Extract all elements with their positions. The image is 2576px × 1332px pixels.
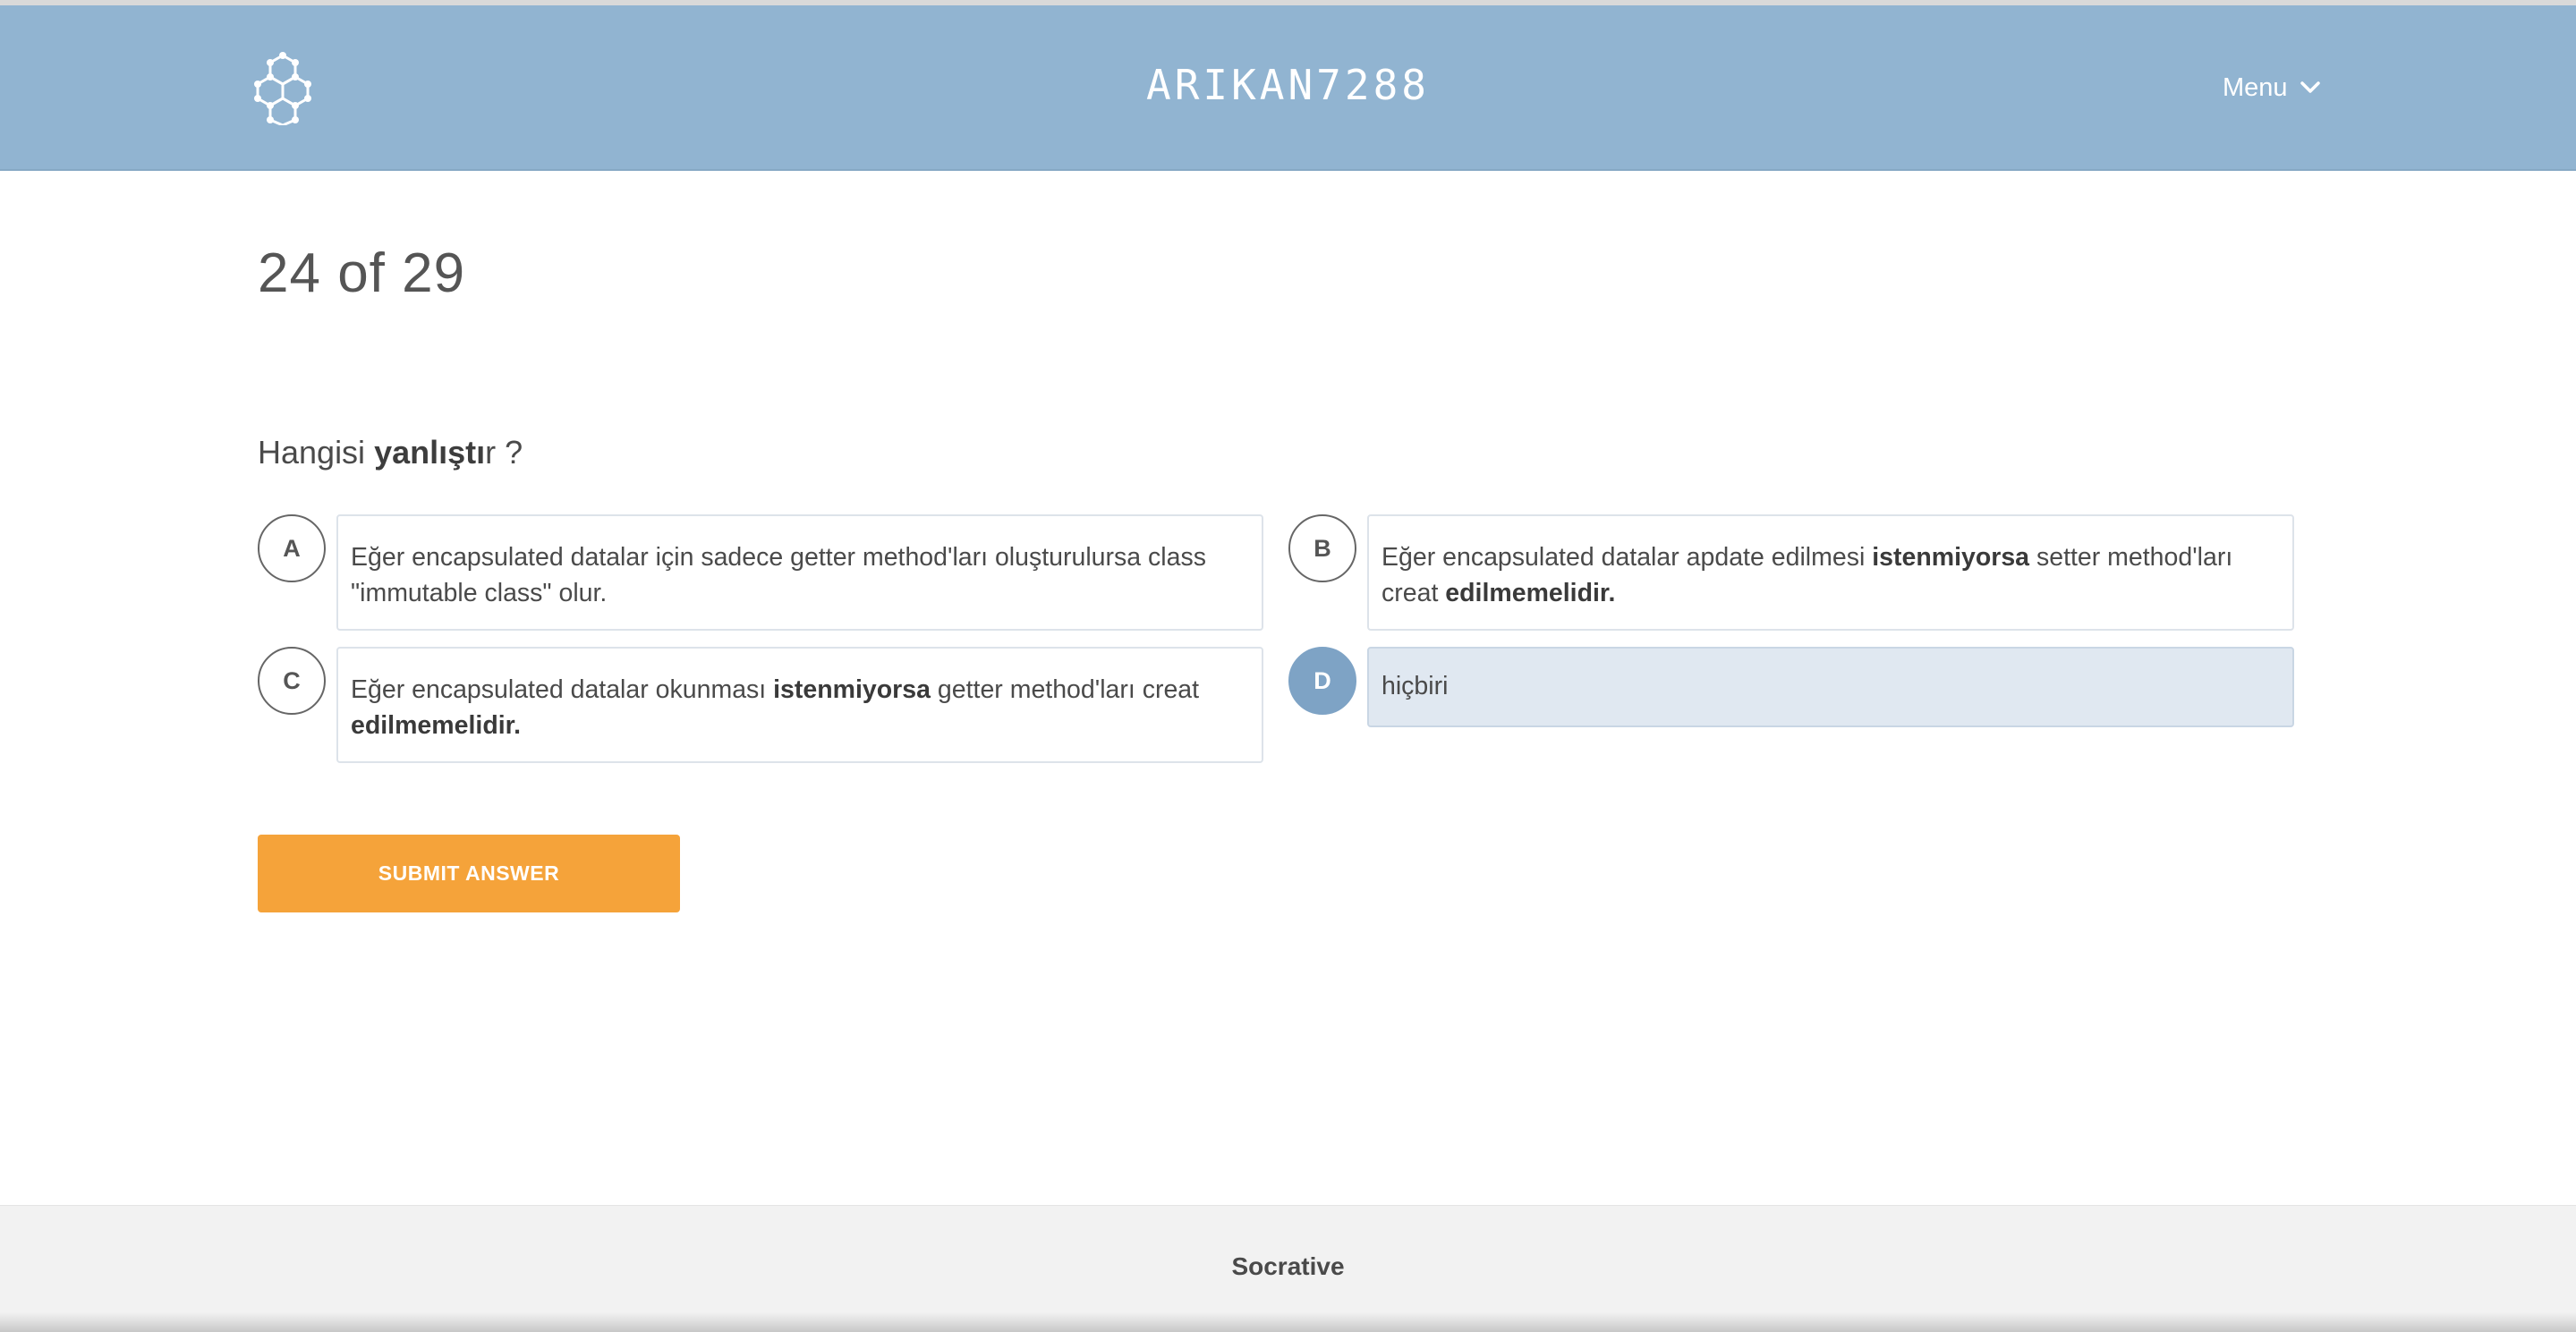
option-text-run: istenmiyorsa [1872, 543, 2030, 572]
submit-answer-button[interactable]: SUBMIT ANSWER [258, 835, 680, 912]
room-name: ARIKAN7288 [1146, 61, 1430, 109]
option-letter-d[interactable]: D [1288, 647, 1356, 715]
menu-label: Menu [2223, 72, 2288, 102]
chevron-down-icon [2300, 81, 2320, 93]
option-text-run: Eğer encapsulated datalar için sadece ge… [351, 543, 1206, 607]
footer: Socrative [0, 1205, 2576, 1332]
option-letter-c[interactable]: C [258, 647, 326, 715]
option-text-d[interactable]: hiçbiri [1367, 647, 2294, 727]
option-text-run: Eğer encapsulated datalar apdate edilmes… [1382, 543, 1873, 572]
menu-button[interactable]: Menu [2223, 70, 2320, 106]
option-text-b[interactable]: Eğer encapsulated datalar apdate edilmes… [1367, 514, 2294, 631]
option-text-run: getter method'ları creat [930, 675, 1200, 704]
option-text-run: Eğer encapsulated datalar okunması [351, 675, 774, 704]
question-prefix: Hangisi [258, 434, 375, 471]
option-text-run: hiçbiri [1382, 672, 1449, 700]
question-emphasis: yanlıştı [374, 434, 486, 471]
option-text-run: istenmiyorsa [773, 675, 931, 704]
question-text: Hangisi yanlıştır ? [258, 434, 523, 471]
footer-shadow [0, 1312, 2576, 1332]
footer-brand: Socrative [1231, 1252, 1345, 1280]
option-text-a[interactable]: Eğer encapsulated datalar için sadece ge… [336, 514, 1263, 631]
option-text-run: edilmemelidir. [1445, 579, 1616, 607]
question-progress: 24 of 29 [258, 242, 466, 304]
option-text-c[interactable]: Eğer encapsulated datalar okunması isten… [336, 647, 1263, 763]
header-bar: ARIKAN7288 Menu [0, 5, 2576, 171]
option-letter-b[interactable]: B [1288, 514, 1356, 582]
option-letter-a[interactable]: A [258, 514, 326, 582]
option-text-run: edilmemelidir. [351, 711, 522, 740]
question-suffix: r ? [485, 434, 523, 471]
